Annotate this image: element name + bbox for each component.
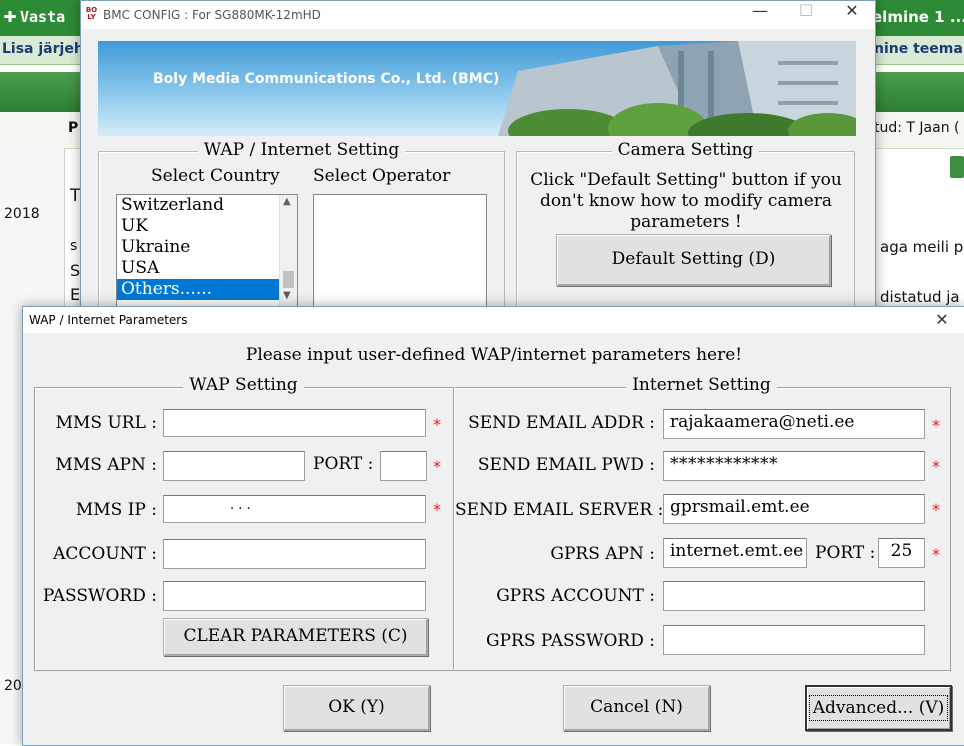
- send-email-server-label: SEND EMAIL SERVER :: [455, 500, 664, 520]
- gprs-password-field[interactable]: [663, 625, 925, 655]
- wap-internet-parameters-dialog: WAP / Internet Parameters ✕ Please input…: [22, 306, 964, 746]
- cancel-button[interactable]: Cancel (N): [563, 685, 710, 731]
- gprs-port-field[interactable]: 25: [878, 538, 925, 568]
- country-list-item[interactable]: Ukraine: [117, 237, 281, 258]
- text-fragment-right-1: aga meili p: [880, 238, 964, 256]
- top-right-nav[interactable]: elmine 1 ...: [872, 8, 964, 26]
- gprs-account-label: GPRS ACCOUNT :: [496, 586, 655, 606]
- mms-port-field[interactable]: [380, 451, 427, 481]
- menu-item-add[interactable]: Lisa järjeh: [2, 41, 84, 57]
- advanced-button-label: Advanced... (V): [808, 695, 949, 721]
- password-label: PASSWORD :: [42, 586, 157, 606]
- mms-apn-field[interactable]: [163, 451, 305, 481]
- country-list-item[interactable]: USA: [117, 258, 281, 279]
- send-email-pwd-field[interactable]: ************: [663, 451, 925, 481]
- bmc-app-icon: BO LY: [85, 6, 98, 21]
- background-green-button[interactable]: [950, 156, 964, 178]
- plus-icon: ✚: [3, 3, 17, 28]
- clear-parameters-button[interactable]: CLEAR PARAMETERS (C): [163, 618, 428, 656]
- mms-url-label: MMS URL :: [55, 413, 157, 433]
- dialog-instruction: Please input user-defined WAP/internet p…: [245, 345, 743, 365]
- send-email-pwd-label: SEND EMAIL PWD :: [477, 455, 655, 475]
- wap-setting-title: WAP Setting: [183, 375, 304, 395]
- mms-port-label: PORT :: [313, 454, 374, 474]
- mms-apn-required-marker: *: [433, 457, 441, 476]
- camera-setting-title: Camera Setting: [611, 140, 760, 160]
- send-email-server-required-marker: *: [932, 500, 940, 519]
- default-setting-button[interactable]: Default Setting (D): [556, 234, 831, 286]
- maximize-icon[interactable]: ☐: [783, 1, 829, 29]
- reply-button[interactable]: ✚ Vasta: [0, 0, 80, 32]
- password-field[interactable]: [163, 581, 426, 611]
- account-label: ACCOUNT :: [53, 544, 157, 564]
- bmc-config-window: BO LY BMC CONFIG : For SG880MK-12mHD — ☐…: [80, 0, 876, 328]
- advanced-button[interactable]: Advanced... (V): [805, 685, 952, 731]
- country-listbox[interactable]: Switzerland UK Ukraine USA Others...... ▲ ▼: [116, 194, 298, 308]
- mms-url-field[interactable]: [163, 409, 426, 437]
- text-fragment-t: T: [70, 186, 81, 206]
- text-fragment-s1: s: [70, 238, 78, 254]
- ok-button[interactable]: OK (Y): [283, 685, 430, 731]
- gprs-account-field[interactable]: [663, 581, 925, 611]
- camera-setting-group: Camera Setting Click "Default Setting" b…: [516, 140, 855, 328]
- text-fragment-e: E: [70, 285, 81, 304]
- bmc-title-bar: BO LY BMC CONFIG : For SG880MK-12mHD — ☐…: [81, 1, 875, 29]
- gprs-port-required-marker: *: [932, 545, 940, 564]
- send-email-pwd-required-marker: *: [932, 457, 940, 476]
- banner-company-name: Boly Media Communications Co., Ltd. (BMC…: [153, 71, 500, 87]
- select-operator-label: Select Operator: [313, 166, 451, 186]
- gprs-port-label: PORT :: [815, 543, 876, 563]
- mms-ip-label: MMS IP :: [75, 500, 157, 520]
- gprs-apn-label: GPRS APN :: [550, 544, 655, 564]
- mms-ip-field[interactable]: . . .: [163, 495, 426, 523]
- minimize-icon[interactable]: —: [737, 1, 783, 29]
- internet-setting-title: Internet Setting: [626, 375, 777, 395]
- reply-label: Vasta: [20, 8, 66, 26]
- header-fragment: P: [68, 120, 79, 136]
- mms-apn-label: MMS APN :: [55, 455, 157, 475]
- bmc-window-title: BMC CONFIG : For SG880MK-12mHD: [103, 8, 321, 22]
- row-year: 2018: [4, 206, 40, 222]
- country-list-item[interactable]: Switzerland: [117, 195, 281, 216]
- gprs-password-label: GPRS PASSWORD :: [486, 631, 655, 651]
- text-fragment-s2: S: [70, 261, 81, 280]
- dialog-close-icon[interactable]: ✕: [919, 307, 964, 333]
- text-fragment-right-2: distatud ja: [880, 288, 960, 306]
- wap-internet-setting-title: WAP / Internet Setting: [197, 140, 406, 160]
- banner-buildings-image: [498, 41, 856, 136]
- status-fragment: tud: T Jaan (: [874, 120, 960, 136]
- send-email-addr-label: SEND EMAIL ADDR :: [468, 413, 655, 433]
- account-field[interactable]: [163, 539, 426, 569]
- menu-item-theme[interactable]: nine teema: [874, 41, 963, 57]
- operator-listbox[interactable]: [313, 194, 487, 308]
- mms-url-required-marker: *: [433, 415, 441, 434]
- camera-setting-hint: Click "Default Setting" button if you do…: [530, 170, 842, 232]
- scroll-up-icon[interactable]: ▲: [283, 196, 291, 207]
- country-list-item[interactable]: UK: [117, 216, 281, 237]
- company-banner: Boly Media Communications Co., Ltd. (BMC…: [98, 41, 856, 136]
- send-email-addr-required-marker: *: [932, 416, 940, 435]
- send-email-addr-field[interactable]: rajakaamera@neti.ee: [663, 409, 925, 439]
- country-scrollbar[interactable]: ▲ ▼: [279, 195, 297, 307]
- dialog-title-bar: WAP / Internet Parameters ✕: [23, 307, 964, 333]
- dialog-title: WAP / Internet Parameters: [29, 313, 188, 327]
- send-email-server-field[interactable]: gprsmail.emt.ee: [663, 494, 925, 524]
- scroll-down-icon[interactable]: ▼: [283, 290, 291, 301]
- scroll-thumb[interactable]: [283, 271, 294, 288]
- gprs-apn-field[interactable]: internet.emt.ee: [663, 538, 807, 568]
- country-list-item[interactable]: Others......: [117, 279, 281, 300]
- select-country-label: Select Country: [151, 166, 280, 186]
- mms-ip-required-marker: *: [433, 500, 441, 519]
- wap-internet-setting-group: WAP / Internet Setting Select Country Se…: [98, 140, 505, 328]
- close-icon[interactable]: ✕: [829, 1, 875, 29]
